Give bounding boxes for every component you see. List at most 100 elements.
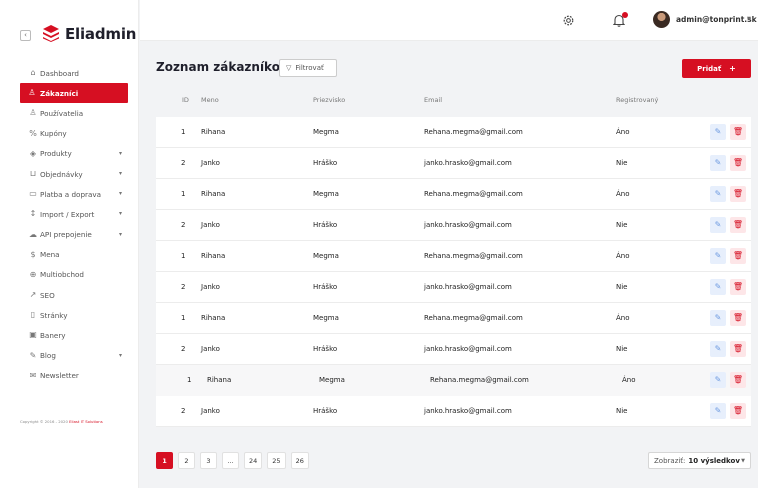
- edit-icon[interactable]: ✎: [710, 124, 726, 140]
- edit-icon[interactable]: ✎: [710, 155, 726, 171]
- sidebar-item-label: Zákazníci: [40, 88, 79, 98]
- header-registered[interactable]: Registrovaný: [616, 96, 658, 104]
- sidebar: ‹ Eliadmin ⌂ Dashboard ♙ Zákazníci ♙ Používat…: [0, 0, 139, 488]
- trash-icon[interactable]: 🗑: [730, 186, 746, 202]
- trash-icon[interactable]: 🗑: [730, 217, 746, 233]
- edit-icon[interactable]: ✎: [710, 186, 726, 202]
- sidebar-item-dashboard[interactable]: ⌂ Dashboard: [0, 63, 139, 83]
- copyright-company-link[interactable]: Eliast IT Solutions: [69, 419, 103, 424]
- add-customer-button[interactable]: Pridať +: [682, 59, 751, 78]
- page-button-26[interactable]: 26: [290, 452, 309, 469]
- page-button-25[interactable]: 25: [267, 452, 286, 469]
- edit-icon[interactable]: ✎: [710, 248, 726, 264]
- table-row[interactable]: 2 Janko Hráško janko.hrasko@gmail.com Nie ✎ 🗑: [156, 272, 751, 303]
- pagination: 1 2 3... 24 25 26: [156, 452, 314, 469]
- cell-registered: Nie: [616, 221, 628, 229]
- header-surname[interactable]: Priezvisko: [313, 96, 345, 104]
- per-page-select[interactable]: Zobraziť: 10 výsledkov ▼: [648, 452, 751, 469]
- sidebar-item-label: Objednávky: [40, 169, 83, 179]
- edit-icon[interactable]: ✎: [710, 279, 726, 295]
- sidebar-item-seo[interactable]: ↗ SEO: [0, 285, 139, 305]
- cell-name: Rihana: [201, 190, 226, 198]
- cell-registered: Áno: [616, 190, 630, 198]
- edit-icon[interactable]: ✎: [710, 403, 726, 419]
- avatar[interactable]: [653, 11, 670, 28]
- per-page-label: Zobraziť:: [654, 456, 686, 465]
- trash-icon[interactable]: 🗑: [730, 403, 746, 419]
- trash-icon[interactable]: 🗑: [730, 310, 746, 326]
- sidebar-item-z-kazn-ci[interactable]: ♙ Zákazníci: [20, 83, 128, 104]
- edit-icon[interactable]: ✎: [710, 372, 726, 388]
- chevron-down-icon[interactable]: ▼: [747, 16, 751, 22]
- sidebar-item-blog[interactable]: ✎ Blog ▾: [0, 346, 139, 366]
- trash-icon[interactable]: 🗑: [730, 279, 746, 295]
- filter-icon: ▽: [286, 64, 292, 72]
- sidebar-item-label: Banery: [40, 331, 66, 341]
- table-row[interactable]: 1 Rihana Megma Rehana.megma@gmail.com Áno ✎ 🗑: [156, 303, 751, 334]
- edit-icon[interactable]: ✎: [710, 217, 726, 233]
- table-row[interactable]: 2 Janko Hráško janko.hrasko@gmail.com Nie ✎ 🗑: [156, 396, 751, 427]
- logo-icon: [43, 25, 59, 42]
- sidebar-item-newsletter[interactable]: ✉ Newsletter: [0, 366, 139, 386]
- chevron-down-icon: ▾: [118, 210, 122, 218]
- header-email[interactable]: Email: [424, 96, 442, 104]
- cell-name: Janko: [201, 221, 220, 229]
- table-row[interactable]: 2 Janko Hráško janko.hrasko@gmail.com Nie ✎ 🗑: [156, 334, 751, 365]
- chevron-left-icon[interactable]: ‹: [20, 30, 31, 41]
- sidebar-item-objedn-vky[interactable]: ⊔ Objednávky ▾: [0, 164, 139, 184]
- cell-name: Janko: [201, 407, 220, 415]
- sidebar-item-label: Kupóny: [40, 129, 67, 139]
- table-row[interactable]: 1 Rihana Megma Rehana.megma@gmail.com Áno ✎ 🗑: [156, 241, 751, 272]
- sidebar-item-import-export[interactable]: ↕ Import / Export ▾: [0, 204, 139, 224]
- edit-icon[interactable]: ✎: [710, 310, 726, 326]
- cell-name: Rihana: [201, 252, 226, 260]
- sidebar-item-produkty[interactable]: ◈ Produkty ▾: [0, 144, 139, 164]
- sidebar-item-label: Import / Export: [40, 209, 95, 219]
- page-button-24[interactable]: 24: [244, 452, 263, 469]
- box-icon: ◈: [29, 148, 37, 158]
- pencil-icon: ✎: [29, 350, 37, 360]
- sidebar-item-platba-a-doprava[interactable]: ▭ Platba a doprava ▾: [0, 184, 139, 204]
- cell-email: Rehana.megma@gmail.com: [424, 252, 523, 260]
- cloud-icon: ☁: [29, 229, 37, 239]
- page-title: Zoznam zákazníkov: [156, 60, 288, 74]
- filter-label: Filtrovať: [295, 64, 324, 72]
- trash-icon[interactable]: 🗑: [730, 155, 746, 171]
- page-button-1[interactable]: 1: [156, 452, 173, 469]
- cell-id: 1: [181, 252, 186, 260]
- trash-icon[interactable]: 🗑: [730, 341, 746, 357]
- page-button-3[interactable]: 3: [200, 452, 217, 469]
- sidebar-item-banery[interactable]: ▣ Banery: [0, 325, 139, 345]
- sidebar-item-label: Multiobchod: [40, 270, 84, 280]
- cell-surname: Hráško: [313, 159, 338, 167]
- sidebar-item-label: Dashboard: [40, 68, 79, 78]
- cart-icon: ⊔: [29, 168, 37, 178]
- sidebar-item-multiobchod[interactable]: ⊕ Multiobchod: [0, 265, 139, 285]
- sidebar-item-kup-ny[interactable]: % Kupóny: [0, 124, 139, 144]
- cell-email: janko.hrasko@gmail.com: [424, 407, 512, 415]
- trash-icon[interactable]: 🗑: [730, 124, 746, 140]
- user-icon: ♙: [28, 88, 36, 98]
- header-id[interactable]: ID: [182, 96, 189, 104]
- table-row[interactable]: 1 Rihana Megma Rehana.megma@gmail.com Áno ✎ 🗑: [156, 365, 751, 396]
- table-row[interactable]: 2 Janko Hráško janko.hrasko@gmail.com Nie ✎ 🗑: [156, 148, 751, 179]
- table-row[interactable]: 2 Janko Hráško janko.hrasko@gmail.com Nie ✎ 🗑: [156, 210, 751, 241]
- trash-icon[interactable]: 🗑: [730, 372, 746, 388]
- sidebar-item-mena[interactable]: $ Mena: [0, 245, 139, 265]
- sidebar-item-api-prepojenie[interactable]: ☁ API prepojenie ▾: [0, 225, 139, 245]
- cell-registered: Áno: [616, 314, 630, 322]
- sidebar-item-label: Newsletter: [40, 371, 79, 381]
- header-name[interactable]: Meno: [201, 96, 219, 104]
- sidebar-item-pou-vatelia[interactable]: ♙ Používatelia: [0, 103, 139, 123]
- table-header: ID Meno Priezvisko Email Registrovaný: [156, 92, 751, 110]
- filter-button[interactable]: ▽ Filtrovať: [279, 59, 337, 77]
- edit-icon[interactable]: ✎: [710, 341, 726, 357]
- table-row[interactable]: 1 Rihana Megma Rehana.megma@gmail.com Áno ✎ 🗑: [156, 117, 751, 148]
- trash-icon[interactable]: 🗑: [730, 248, 746, 264]
- sidebar-item-str-nky[interactable]: ▯ Stránky: [0, 305, 139, 325]
- user-name[interactable]: admin@tonprint.sk: [676, 15, 757, 24]
- cell-surname: Megma: [319, 376, 345, 384]
- gear-icon[interactable]: [562, 14, 575, 27]
- table-row[interactable]: 1 Rihana Megma Rehana.megma@gmail.com Áno ✎ 🗑: [156, 179, 751, 210]
- page-button-2[interactable]: 2: [178, 452, 195, 469]
